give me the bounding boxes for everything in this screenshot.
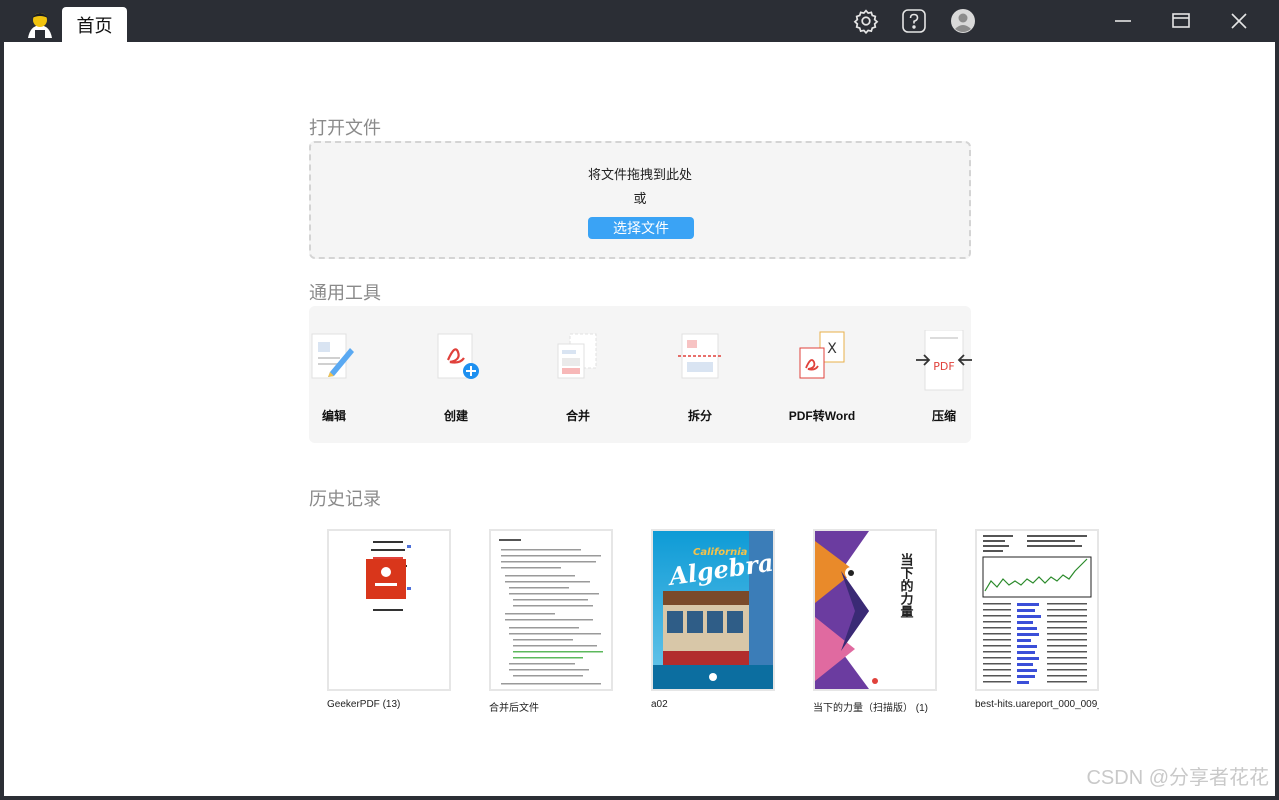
split-icon — [678, 333, 722, 379]
minimize-icon[interactable] — [1108, 6, 1138, 36]
cover-title: 当下的力量 — [898, 552, 914, 619]
main-content: 打开文件 将文件拖拽到此处 或 选择文件 通用工具 编辑 创建 合并 拆分 X … — [4, 42, 1275, 796]
tool-label-pdf-to-word: PDF转Word — [788, 409, 856, 423]
app-logo-icon — [24, 8, 56, 38]
history-item[interactable]: GeekerPDF (13) — [327, 529, 451, 710]
or-text: 或 — [633, 191, 647, 206]
history-name: 当下的力量（扫描版） (1) — [813, 703, 928, 714]
history-name: best-hits.uareport_000_009_ — [975, 699, 1099, 710]
history-name: a02 — [651, 699, 668, 710]
pdf-to-word-icon: X — [799, 331, 845, 379]
choose-file-button[interactable]: 选择文件 — [588, 217, 694, 239]
compress-icon: PDF — [916, 330, 972, 391]
tool-label-split: 拆分 — [687, 409, 712, 423]
tool-compress[interactable]: PDF 压缩 — [894, 330, 994, 430]
history-item[interactable]: 当下的力量 当下的力量（扫描版） (1) — [813, 529, 937, 714]
tool-label-merge: 合并 — [565, 409, 590, 423]
file-dropzone[interactable]: 将文件拖拽到此处 或 选择文件 — [309, 141, 971, 259]
svg-text:X: X — [827, 341, 837, 357]
history-item[interactable]: best-hits.uareport_000_009_ — [975, 529, 1099, 710]
history-thumbnail — [975, 529, 1099, 691]
history-name: GeekerPDF (13) — [327, 699, 401, 710]
settings-icon[interactable] — [852, 7, 880, 35]
tool-label-edit: 编辑 — [321, 409, 346, 423]
maximize-icon[interactable] — [1166, 6, 1196, 36]
tools-title: 通用工具 — [309, 283, 381, 303]
edit-icon — [311, 333, 354, 379]
drop-hint: 将文件拖拽到此处 — [587, 167, 692, 182]
history-name: 合并后文件 — [489, 703, 539, 714]
tools-panel: 编辑 创建 合并 拆分 X PDF转Word PDF 压缩 — [309, 306, 972, 443]
tool-label-compress: 压缩 — [931, 409, 956, 423]
open-file-title: 打开文件 — [309, 118, 381, 138]
tool-edit[interactable]: 编辑 — [284, 330, 384, 430]
create-pdf-icon — [437, 333, 479, 379]
tool-merge[interactable]: 合并 — [528, 330, 628, 430]
history-thumbnail: California Algebra 1 — [651, 529, 775, 691]
merge-icon — [557, 333, 597, 379]
watermark: CSDN @分享者花花 — [1086, 767, 1269, 789]
close-icon[interactable] — [1224, 6, 1254, 36]
history-title: 历史记录 — [309, 489, 381, 509]
history-thumbnail — [327, 529, 451, 691]
svg-text:PDF: PDF — [933, 360, 954, 373]
tool-pdf-to-word[interactable]: X PDF转Word — [772, 330, 872, 430]
history-thumbnail: 当下的力量 — [813, 529, 937, 691]
tool-label-create: 创建 — [443, 409, 468, 423]
history-thumbnail — [489, 529, 613, 691]
tab-home[interactable]: 首页 — [62, 7, 127, 42]
tool-create[interactable]: 创建 — [406, 330, 506, 430]
history-item[interactable]: California Algebra 1 a02 — [651, 529, 775, 710]
user-avatar-icon[interactable] — [949, 7, 977, 35]
tool-split[interactable]: 拆分 — [650, 330, 750, 430]
help-icon[interactable] — [900, 7, 928, 35]
title-bar: 首页 — [0, 0, 1279, 42]
history-item[interactable]: 合并后文件 — [489, 529, 613, 714]
